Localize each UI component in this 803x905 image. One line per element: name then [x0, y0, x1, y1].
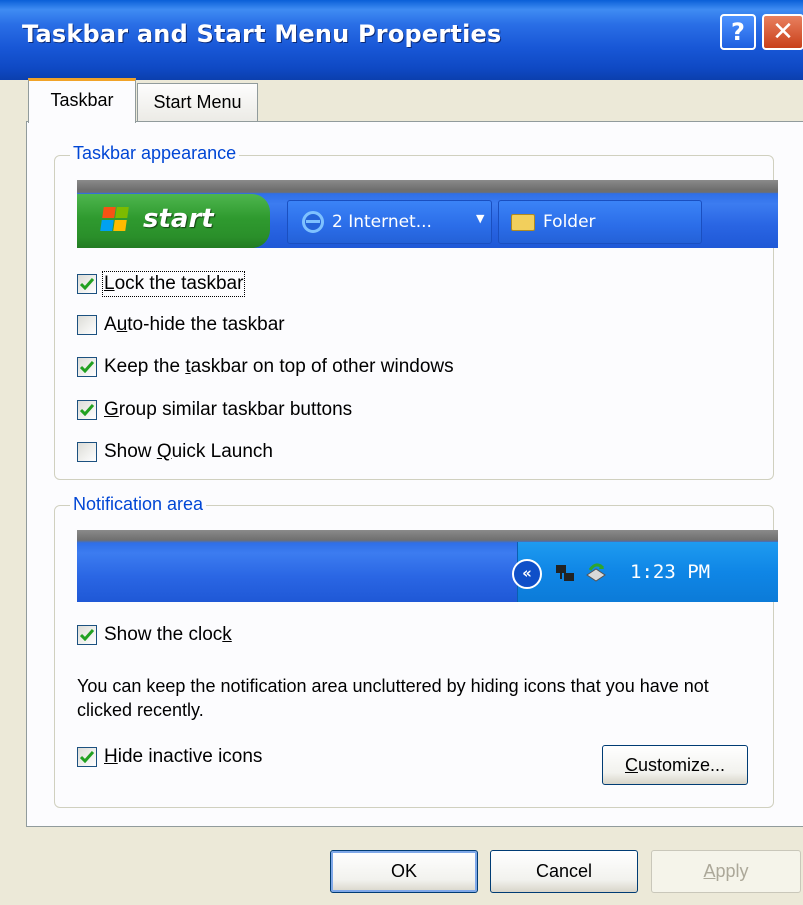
taskbar-button-internet: 2 Internet... ▼ — [287, 200, 492, 244]
checkbox-keep-on-top[interactable]: Keep the taskbar on top of other windows — [77, 355, 454, 379]
close-button[interactable]: ✕ — [762, 14, 803, 50]
help-button[interactable]: ? — [720, 14, 756, 50]
start-label: start — [143, 204, 214, 234]
taskbar-button-folder: Folder — [498, 200, 702, 244]
taskbar-button-label: 2 Internet... — [332, 212, 432, 232]
checkbox-auto-hide[interactable]: Auto-hide the taskbar — [77, 313, 285, 337]
checkbox-box[interactable] — [77, 274, 97, 294]
notification-area-legend: Notification area — [70, 494, 207, 515]
checkbox-label: Group similar taskbar buttons — [104, 399, 353, 420]
checkbox-box[interactable] — [77, 747, 97, 767]
checkbox-quick-launch[interactable]: Show Quick Launch — [77, 440, 273, 464]
title-bar[interactable]: Taskbar and Start Menu Properties ? ✕ — [0, 0, 803, 80]
tab-taskbar[interactable]: Taskbar — [28, 78, 136, 123]
dropdown-arrow-icon: ▼ — [476, 212, 485, 225]
taskbar-preview: start 2 Internet... ▼ Folder — [77, 180, 778, 248]
tab-start-menu[interactable]: Start Menu — [137, 83, 258, 121]
chevron-left-icon: « — [512, 559, 542, 589]
taskbar-button-label: Folder — [543, 212, 596, 232]
folder-icon — [511, 214, 535, 231]
checkbox-group-buttons[interactable]: Group similar taskbar buttons — [77, 398, 352, 422]
taskbar-appearance-legend: Taskbar appearance — [70, 143, 240, 164]
checkbox-box[interactable] — [77, 442, 97, 462]
tray-clock: 1:23 PM — [630, 561, 711, 583]
system-tray: « 1:23 PM — [512, 542, 778, 602]
checkbox-box[interactable] — [77, 400, 97, 420]
customize-button[interactable]: Customize... — [602, 745, 748, 785]
checkbox-label: Keep the taskbar on top of other windows — [104, 356, 454, 377]
ie-icon — [302, 211, 324, 233]
cancel-button[interactable]: Cancel — [490, 850, 638, 893]
checkbox-label: Hide inactive icons — [104, 746, 263, 767]
window-title: Taskbar and Start Menu Properties — [22, 20, 502, 48]
network-icon — [556, 563, 576, 583]
windows-logo-icon — [100, 207, 129, 233]
checkbox-label: Show the clock — [104, 624, 232, 645]
checkbox-label: Show Quick Launch — [104, 441, 273, 462]
notification-description: You can keep the notification area unclu… — [77, 676, 709, 720]
checkbox-label: Auto-hide the taskbar — [104, 314, 285, 335]
apply-button[interactable]: Apply — [651, 850, 801, 893]
checkbox-box[interactable] — [77, 625, 97, 645]
checkbox-lock-taskbar[interactable]: Lock the taskbar — [77, 271, 246, 297]
notification-preview: « 1:23 PM — [77, 530, 778, 602]
checkbox-label: Lock the taskbar — [101, 271, 246, 297]
checkbox-box[interactable] — [77, 315, 97, 335]
checkbox-hide-inactive[interactable]: Hide inactive icons — [77, 745, 262, 769]
checkbox-box[interactable] — [77, 357, 97, 377]
start-button-preview: start — [77, 194, 270, 248]
ok-button[interactable]: OK — [330, 850, 478, 893]
checkbox-show-clock[interactable]: Show the clock — [77, 623, 232, 647]
sync-icon — [586, 563, 606, 582]
